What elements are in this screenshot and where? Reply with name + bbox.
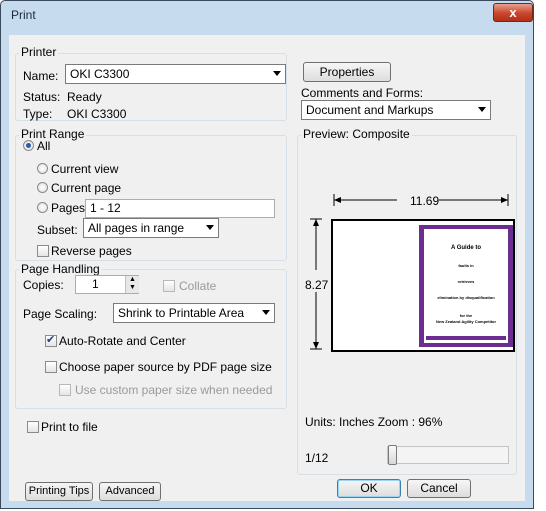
preview-page: A Guide to faults in retrieves eliminati… — [331, 219, 515, 352]
spin-up-icon[interactable]: ▲ — [126, 276, 139, 284]
reverse-pages-checkbox[interactable] — [37, 245, 49, 257]
doc-footer-bar — [426, 336, 506, 340]
printer-type-label: Type: — [23, 107, 53, 121]
print-to-file-checkbox[interactable] — [27, 421, 39, 433]
custom-paper-label: Use custom paper size when needed — [75, 383, 273, 397]
dialog-title: Print — [11, 8, 36, 22]
print-to-file-label: Print to file — [41, 420, 98, 434]
printer-name-label: Name: — [23, 69, 59, 83]
printing-tips-button[interactable]: Printing Tips — [25, 482, 93, 501]
copies-spinner[interactable]: ▲ ▼ — [125, 276, 139, 293]
page-slider-thumb[interactable] — [388, 445, 397, 465]
preview-height-value: 8.27 — [305, 278, 329, 292]
printer-name-value: OKI C3300 — [70, 67, 130, 81]
printer-group-label: Printer — [19, 45, 59, 59]
units-zoom-readout: Units: Inches Zoom : 96% — [305, 415, 443, 429]
custom-paper-checkbox[interactable] — [59, 384, 71, 396]
collate-checkbox[interactable] — [163, 280, 175, 292]
printer-status-value: Ready — [67, 90, 102, 104]
printer-type-value: OKI C3300 — [67, 107, 127, 121]
preview-width-value: 11.69 — [410, 194, 440, 208]
comments-forms-value: Document and Markups — [306, 103, 434, 117]
page-indicator: 1/12 — [305, 451, 329, 465]
advanced-button[interactable]: Advanced — [99, 482, 161, 501]
printer-status-label: Status: — [23, 90, 61, 104]
radio-pages-label: Pages — [51, 201, 86, 215]
auto-rotate-checkbox[interactable] — [45, 333, 57, 347]
radio-current-view[interactable] — [37, 163, 48, 174]
chevron-down-icon — [262, 310, 270, 315]
page-handling-label: Page Handling — [19, 262, 102, 276]
paper-source-checkbox[interactable] — [45, 361, 57, 373]
doc-line-6: New Zealand Agility Competitor — [435, 319, 497, 324]
comments-forms-label: Comments and Forms: — [301, 86, 424, 100]
doc-line-2: faults in — [458, 263, 474, 268]
close-button[interactable]: x — [493, 3, 533, 22]
radio-pages[interactable] — [37, 202, 48, 213]
properties-button[interactable]: Properties — [303, 62, 391, 82]
reverse-pages-label: Reverse pages — [51, 244, 132, 258]
radio-current-page-label: Current page — [51, 181, 122, 195]
radio-all[interactable] — [23, 140, 34, 151]
auto-rotate-label: Auto-Rotate and Center — [59, 334, 186, 348]
printer-name-select[interactable]: OKI C3300 — [65, 64, 286, 84]
spin-down-icon[interactable]: ▼ — [126, 284, 139, 292]
doc-title: A Guide to — [450, 245, 482, 251]
ok-button[interactable]: OK — [337, 479, 401, 498]
page-slider-track[interactable] — [387, 446, 509, 464]
page-scaling-label: Page Scaling: — [23, 307, 98, 321]
copies-label: Copies: — [23, 278, 64, 292]
chevron-down-icon — [206, 225, 214, 230]
radio-all-label: All — [37, 139, 51, 153]
preview-label: Preview: Composite — [301, 127, 412, 141]
doc-line-3: retrieves — [457, 279, 475, 284]
copies-value: 1 — [92, 277, 99, 291]
subset-select[interactable]: All pages in range — [83, 218, 219, 238]
radio-current-page[interactable] — [37, 182, 48, 193]
cancel-button[interactable]: Cancel — [407, 479, 471, 498]
doc-line-5: for the — [459, 313, 473, 318]
print-range-group — [15, 135, 287, 261]
collate-label: Collate — [179, 279, 217, 293]
comments-forms-select[interactable]: Document and Markups — [301, 100, 491, 120]
paper-source-label: Choose paper source by PDF page size — [59, 360, 272, 374]
print-range-label: Print Range — [19, 127, 87, 141]
preview-doc-panel: A Guide to faults in retrieves eliminati… — [419, 225, 513, 347]
radio-current-view-label: Current view — [51, 162, 119, 176]
chevron-down-icon — [273, 71, 281, 76]
print-dialog: Print x Printer Name: OKI C3300 Status: … — [0, 0, 534, 509]
doc-line-4: elimination by disqualification — [437, 295, 495, 300]
chevron-down-icon — [478, 107, 486, 112]
subset-value: All pages in range — [88, 221, 185, 235]
pages-input[interactable]: 1 - 12 — [85, 199, 275, 218]
page-scaling-select[interactable]: Shrink to Printable Area — [113, 303, 275, 323]
page-scaling-value: Shrink to Printable Area — [118, 306, 245, 320]
subset-label: Subset: — [37, 223, 78, 237]
